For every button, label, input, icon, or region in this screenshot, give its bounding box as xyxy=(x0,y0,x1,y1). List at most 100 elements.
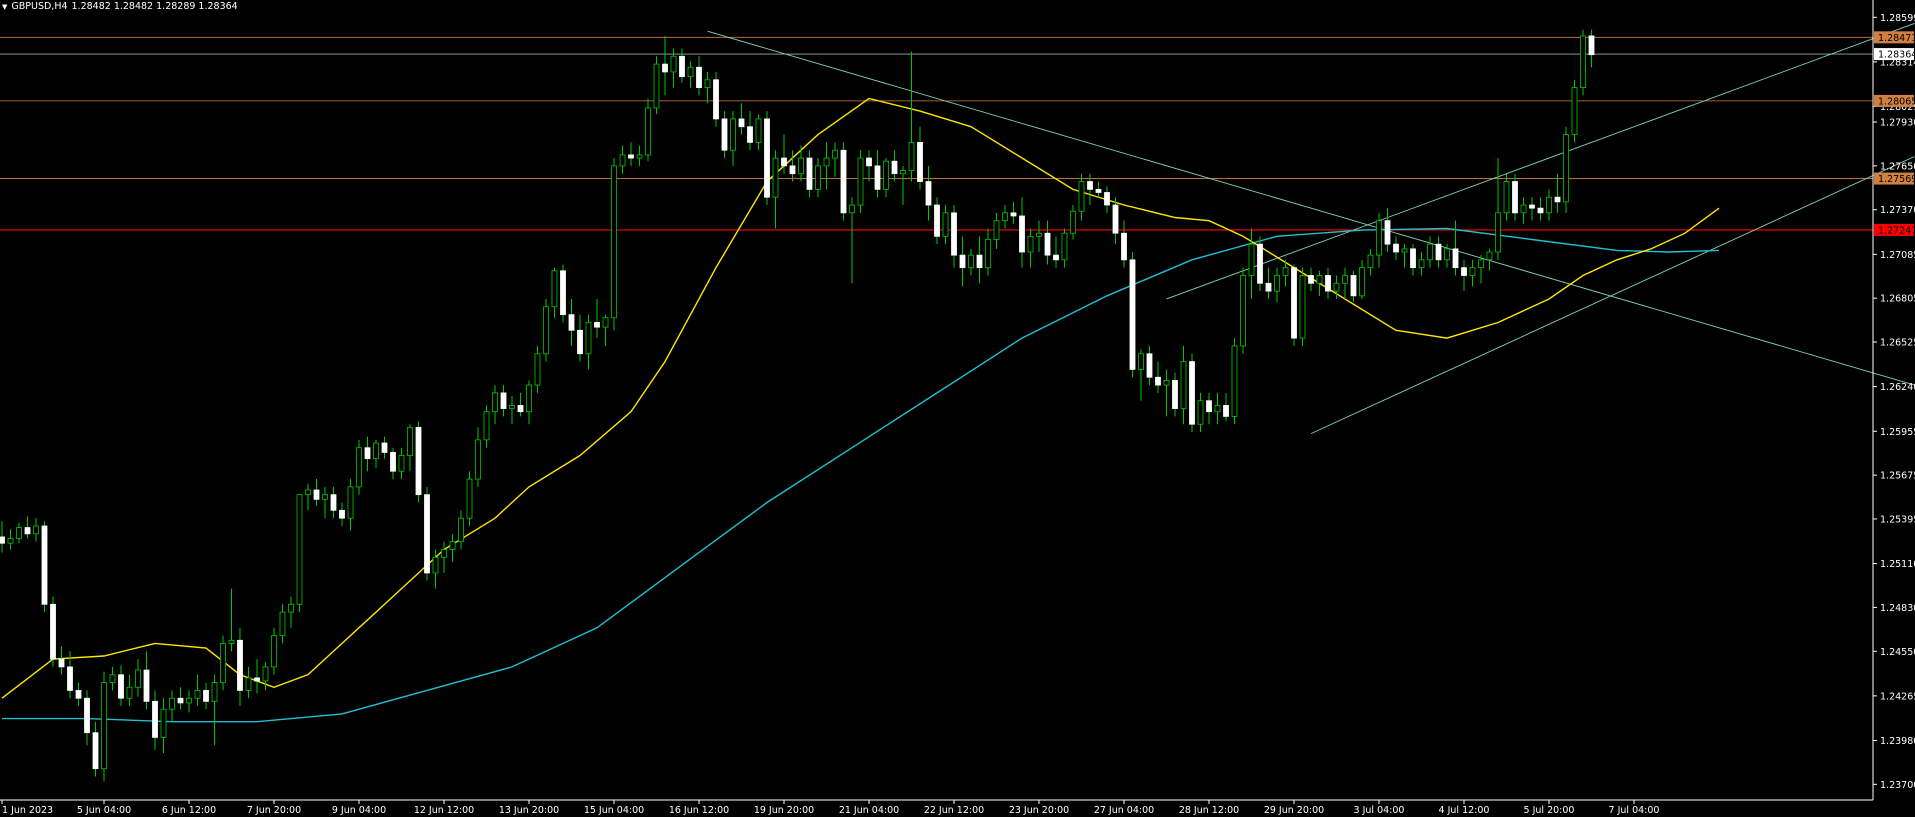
candle-body xyxy=(1291,267,1297,339)
candle-body xyxy=(628,154,634,159)
candle-body xyxy=(738,118,745,128)
x-tick-label: 15 Jun 04:00 xyxy=(584,805,644,816)
candle-body xyxy=(1189,361,1195,425)
candle-body xyxy=(492,392,498,413)
candle-body xyxy=(305,489,311,496)
candle-body xyxy=(1019,215,1025,253)
price-tag: 1.27569 xyxy=(1874,172,1915,185)
candle-body xyxy=(1044,232,1051,256)
candle-body xyxy=(398,455,405,472)
x-tick-label: 22 Jun 12:00 xyxy=(924,805,984,816)
candle-body xyxy=(679,55,685,78)
candle-body xyxy=(1061,232,1068,261)
y-tick-label: 1.27650 xyxy=(1880,161,1915,172)
candle-body xyxy=(7,538,14,544)
candle-body xyxy=(832,149,838,159)
candle-body xyxy=(1036,232,1042,237)
candle-body xyxy=(432,556,439,574)
candle-body xyxy=(543,306,549,355)
candle-body xyxy=(1002,212,1008,222)
candle-body xyxy=(764,118,770,198)
candle-body xyxy=(296,494,303,605)
candle-body xyxy=(1240,275,1246,347)
x-tick-label: 29 Jun 20:00 xyxy=(1264,805,1324,816)
candle-body xyxy=(160,708,167,738)
candle-body xyxy=(925,181,932,206)
candle-body xyxy=(237,639,243,691)
y-tick-label: 1.24830 xyxy=(1880,603,1915,614)
candle-body xyxy=(1461,267,1467,276)
candle-body xyxy=(857,157,864,206)
candle-body xyxy=(1248,243,1255,276)
candle-body xyxy=(908,141,915,171)
candle-body xyxy=(687,66,694,78)
candle-body xyxy=(781,157,787,167)
candle-body xyxy=(1410,248,1416,269)
candle-body xyxy=(1350,275,1357,297)
candle-body xyxy=(330,494,337,511)
candle-body xyxy=(228,639,235,644)
candle-body xyxy=(1393,243,1399,253)
candle-body xyxy=(441,549,447,558)
candle-body xyxy=(594,322,600,328)
candle-body xyxy=(0,536,5,544)
x-tick-label: 3 Jul 04:00 xyxy=(1354,805,1405,816)
candle-body xyxy=(245,677,252,691)
candle-body xyxy=(1180,361,1187,409)
candle-body xyxy=(109,674,116,683)
candle-body xyxy=(75,689,82,699)
candle-body xyxy=(560,270,566,316)
x-tick-label: 13 Jun 20:00 xyxy=(499,805,559,816)
x-tick-label: 1 Jun 2023 xyxy=(2,805,53,816)
x-tick-label: 5 Jun 04:00 xyxy=(77,805,131,816)
price-tag: 1.28364 xyxy=(1874,48,1915,61)
candle-body xyxy=(1588,35,1595,56)
candle-body xyxy=(670,55,677,73)
y-tick-label: 1.26805 xyxy=(1880,294,1915,305)
candle-body xyxy=(509,405,515,409)
y-tick-label: 1.26525 xyxy=(1880,338,1915,349)
candle-body xyxy=(390,452,396,472)
candle-body xyxy=(211,682,218,702)
candle-body xyxy=(823,157,830,167)
candle-body xyxy=(84,697,90,734)
x-tick-label: 19 Jun 20:00 xyxy=(754,805,814,816)
candle-body xyxy=(364,447,371,460)
candle-body xyxy=(50,603,56,660)
candle-body xyxy=(798,157,804,175)
candle-body xyxy=(1027,235,1034,253)
candle-body xyxy=(415,426,422,496)
candle-body xyxy=(186,697,192,704)
candle-body xyxy=(466,478,473,519)
trendline xyxy=(1310,156,1915,435)
price-chart[interactable]: 1.285991.283141.280291.279301.276501.273… xyxy=(0,0,1915,817)
candle-body xyxy=(33,525,39,535)
y-tick-label: 1.25955 xyxy=(1880,427,1915,438)
candles xyxy=(0,29,1595,782)
candle-body xyxy=(313,489,320,500)
candle-body xyxy=(1112,204,1119,234)
candle-body xyxy=(1078,181,1085,212)
candle-body xyxy=(730,118,736,151)
candle-body xyxy=(815,165,821,190)
candle-body xyxy=(1206,400,1212,413)
candle-body xyxy=(118,674,124,699)
price-tag-label: 1.27569 xyxy=(1878,174,1915,185)
candle-body xyxy=(917,141,923,182)
candle-body xyxy=(169,697,175,710)
candle-body xyxy=(1571,87,1578,135)
candle-body xyxy=(1070,210,1076,234)
candle-body xyxy=(1444,248,1450,261)
ohlc-readout: 1.28482 1.28482 1.28289 1.28364 xyxy=(71,1,238,12)
candle-body xyxy=(262,666,269,682)
candle-body xyxy=(568,314,575,331)
candle-body xyxy=(1512,181,1518,214)
candle-body xyxy=(976,254,983,269)
candle-body xyxy=(942,212,949,237)
price-tag: 1.28065 xyxy=(1874,94,1915,107)
candle-body xyxy=(1265,282,1272,292)
price-tag-label: 1.28364 xyxy=(1878,50,1915,61)
candle-body xyxy=(458,517,464,543)
triangle-down-icon[interactable]: ▼ xyxy=(2,3,7,11)
candle-body xyxy=(1529,204,1535,209)
